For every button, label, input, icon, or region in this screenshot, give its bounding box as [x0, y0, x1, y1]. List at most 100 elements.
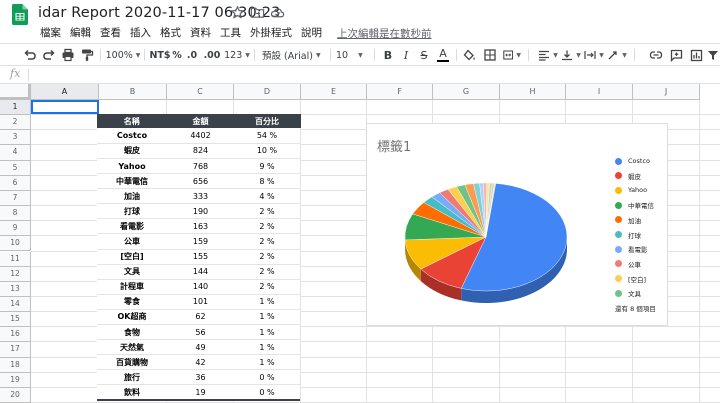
- menu-edit[interactable]: 編輯: [70, 25, 91, 41]
- increase-decimal-button[interactable]: .00: [202, 47, 222, 63]
- cell-percent[interactable]: 0 %: [234, 384, 300, 401]
- legend-item[interactable]: Costco: [615, 155, 650, 167]
- row-header-7[interactable]: 7: [0, 190, 31, 207]
- horizontal-align-button[interactable]: ▼: [538, 47, 558, 63]
- cell-amount[interactable]: 333: [167, 188, 234, 205]
- row-header-9[interactable]: 9: [0, 221, 31, 237]
- strikethrough-button[interactable]: S: [418, 47, 430, 63]
- cell-percent[interactable]: 2 %: [234, 279, 300, 295]
- column-header-j[interactable]: J: [633, 84, 700, 100]
- cell-amount[interactable]: 163: [167, 218, 234, 235]
- legend-item[interactable]: 公車: [615, 258, 641, 270]
- cell-percent[interactable]: 1 %: [234, 354, 300, 371]
- row-header-18[interactable]: 18: [0, 357, 31, 373]
- italic-button[interactable]: I: [400, 47, 412, 63]
- cell-name[interactable]: Costco: [97, 128, 167, 144]
- redo-button[interactable]: [41, 47, 57, 63]
- text-rotation-button[interactable]: ▼: [607, 47, 627, 63]
- legend-item[interactable]: Yahoo: [615, 184, 647, 196]
- star-icon[interactable]: [230, 5, 245, 20]
- cloud-saved-icon[interactable]: [270, 5, 285, 20]
- cell-name[interactable]: Yahoo: [97, 158, 167, 175]
- menu-addons[interactable]: 外掛程式: [250, 25, 292, 41]
- column-header-f[interactable]: F: [367, 84, 433, 100]
- more-formats-button[interactable]: 123 ▼: [224, 47, 250, 63]
- row-header-13[interactable]: 13: [0, 281, 31, 297]
- legend-item[interactable]: 打球: [615, 229, 641, 241]
- column-header-c[interactable]: C: [167, 84, 234, 100]
- cell-amount[interactable]: 656: [167, 173, 234, 190]
- row-header-8[interactable]: 8: [0, 206, 31, 222]
- cell-amount[interactable]: 62: [167, 309, 234, 326]
- cell-percent[interactable]: 54 %: [234, 128, 300, 144]
- cell-percent[interactable]: 1 %: [234, 309, 300, 326]
- cell-name[interactable]: 食物: [97, 324, 167, 341]
- cell-percent[interactable]: 2 %: [234, 218, 300, 235]
- currency-format-button[interactable]: NT$: [149, 47, 170, 63]
- column-header-e[interactable]: E: [301, 84, 367, 100]
- cell-percent[interactable]: 10 %: [234, 143, 300, 159]
- cell-percent[interactable]: 2 %: [234, 264, 300, 280]
- row-header-5[interactable]: 5: [0, 160, 31, 176]
- cell-percent[interactable]: 9 %: [234, 158, 300, 175]
- print-button[interactable]: [60, 47, 76, 63]
- column-header-d[interactable]: D: [234, 84, 301, 100]
- insert-comment-button[interactable]: [668, 47, 684, 63]
- sheets-logo-icon[interactable]: [12, 4, 28, 25]
- undo-button[interactable]: [22, 47, 38, 63]
- column-header-i[interactable]: I: [566, 84, 633, 100]
- row-header-20[interactable]: 20: [0, 387, 31, 403]
- insert-chart-button[interactable]: [688, 47, 704, 63]
- cell-name[interactable]: 百貨購物: [97, 354, 167, 371]
- cell-percent[interactable]: 2 %: [234, 233, 300, 250]
- move-to-folder-icon[interactable]: [250, 5, 265, 20]
- menu-help[interactable]: 說明: [301, 25, 322, 41]
- cell-name[interactable]: 旅行: [97, 369, 167, 386]
- menu-view[interactable]: 查看: [100, 25, 121, 41]
- legend-item[interactable]: 文具: [615, 287, 641, 299]
- merge-cells-button[interactable]: ▼: [503, 47, 521, 63]
- bold-button[interactable]: B: [382, 47, 394, 63]
- cell-name[interactable]: 計程車: [97, 279, 167, 295]
- menu-tools[interactable]: 工具: [220, 25, 241, 41]
- column-header-h[interactable]: H: [500, 84, 566, 100]
- legend-item[interactable]: 加油: [615, 214, 641, 226]
- decrease-decimal-button[interactable]: .0: [185, 47, 199, 63]
- cell-percent[interactable]: 1 %: [234, 294, 300, 310]
- cell-name[interactable]: 文具: [97, 264, 167, 280]
- cell-amount[interactable]: 49: [167, 339, 234, 356]
- percent-format-button[interactable]: %: [172, 47, 182, 63]
- text-color-button[interactable]: A: [436, 47, 450, 63]
- cell-name[interactable]: 零食: [97, 294, 167, 310]
- cell-percent[interactable]: 2 %: [234, 249, 300, 265]
- cell-amount[interactable]: 56: [167, 324, 234, 341]
- header-amount[interactable]: 金額: [167, 114, 235, 129]
- menu-format[interactable]: 格式: [160, 25, 181, 41]
- header-name[interactable]: 名稱: [97, 114, 168, 129]
- row-header-15[interactable]: 15: [0, 312, 31, 328]
- paint-format-button[interactable]: [79, 47, 95, 63]
- cell-name[interactable]: 中華電信: [97, 173, 167, 190]
- menu-insert[interactable]: 插入: [130, 25, 151, 41]
- row-header-14[interactable]: 14: [0, 296, 31, 313]
- row-header-10[interactable]: 10: [0, 236, 31, 252]
- cell-amount[interactable]: 101: [167, 294, 234, 310]
- legend-more-items[interactable]: 還有 8 個項目: [615, 303, 656, 313]
- cell-percent[interactable]: 8 %: [234, 173, 300, 190]
- legend-item[interactable]: [空白]: [615, 273, 646, 285]
- row-header-4[interactable]: 4: [0, 145, 31, 161]
- select-all-corner[interactable]: [0, 84, 31, 100]
- last-edit-link[interactable]: 上次編輯是在數秒前: [337, 26, 432, 41]
- legend-item[interactable]: 看電影: [615, 243, 648, 255]
- cell-amount[interactable]: 42: [167, 354, 234, 371]
- cell-amount[interactable]: 824: [167, 143, 234, 159]
- legend-item[interactable]: 蝦皮: [615, 170, 641, 182]
- column-header-a[interactable]: A: [31, 84, 99, 100]
- row-header-11[interactable]: 11: [0, 251, 31, 267]
- cell-amount[interactable]: 19: [167, 384, 234, 401]
- cell-amount[interactable]: 4402: [167, 128, 234, 144]
- cell-amount[interactable]: 190: [167, 203, 234, 220]
- cell-amount[interactable]: 155: [167, 249, 234, 265]
- vertical-align-button[interactable]: ▼: [561, 47, 581, 63]
- active-cell-a1[interactable]: [31, 100, 99, 114]
